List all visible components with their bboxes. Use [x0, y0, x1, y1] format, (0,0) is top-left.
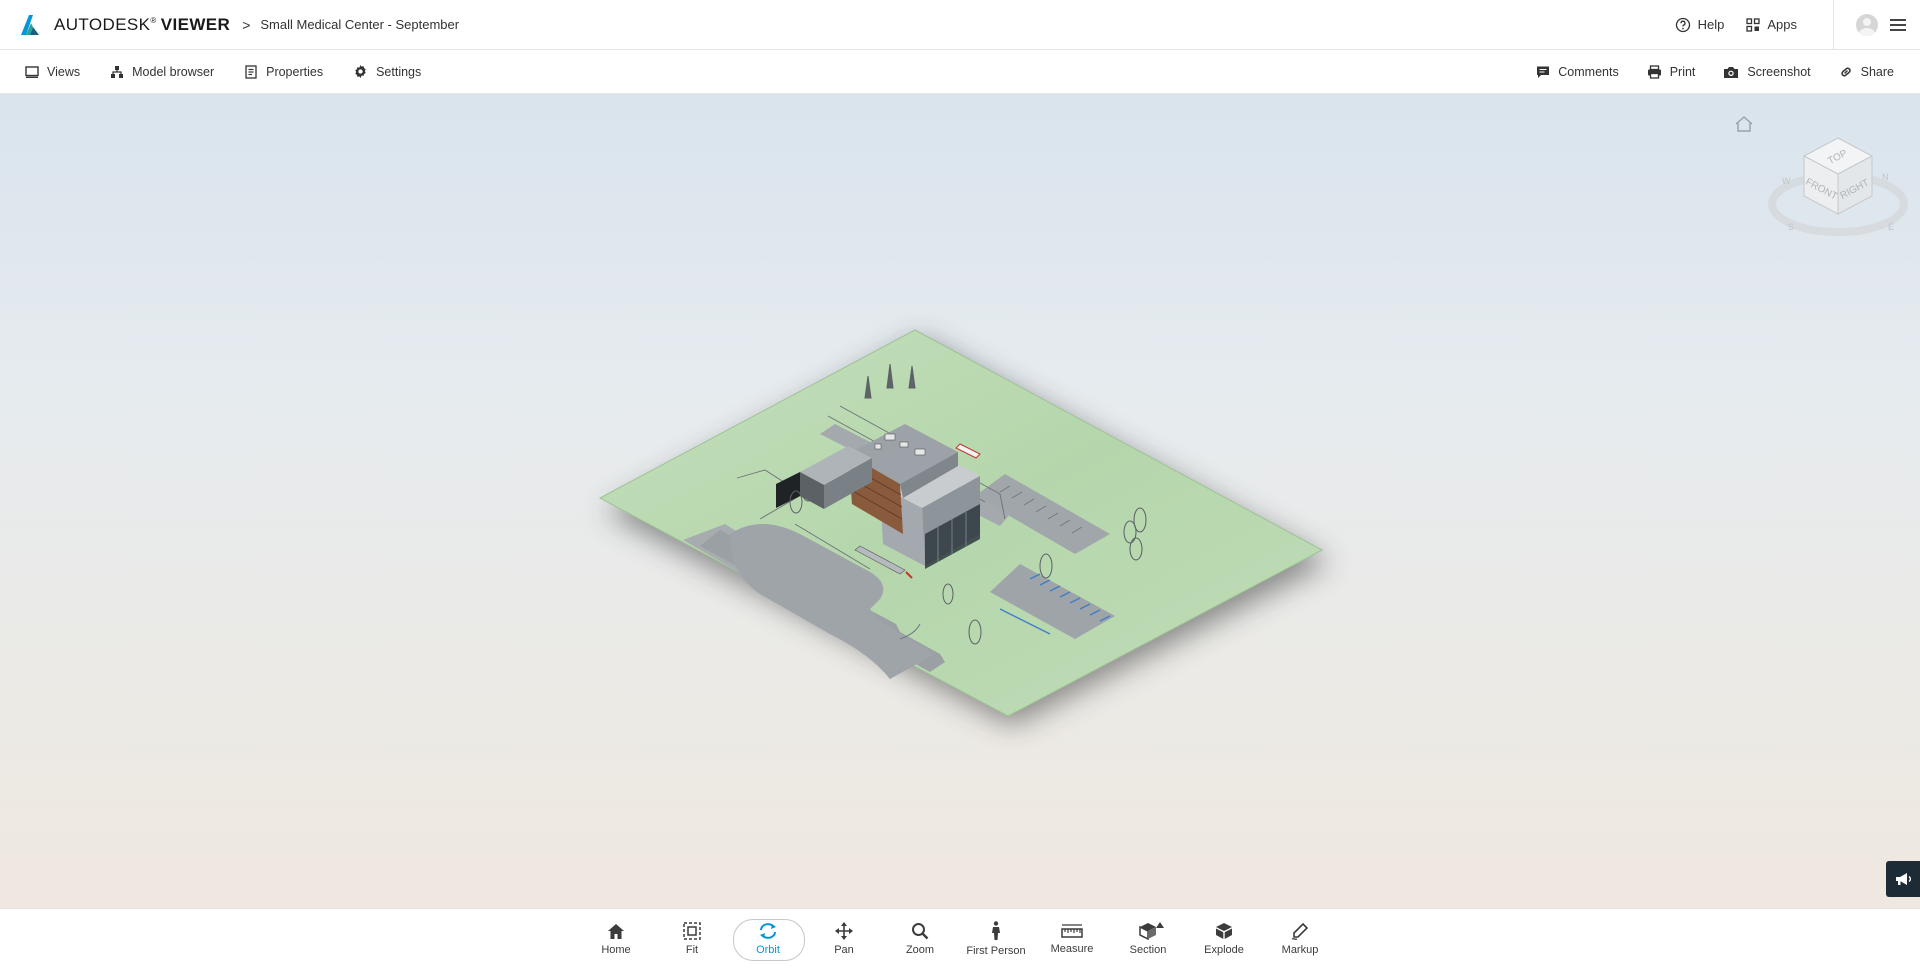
- first-person-icon: [992, 921, 1000, 940]
- pan-label: Pan: [834, 944, 854, 956]
- markup-button[interactable]: Markup: [1262, 909, 1338, 968]
- section-label: Section: [1129, 944, 1167, 956]
- first-person-button[interactable]: First Person: [958, 909, 1034, 968]
- app-header: AUTODESK® VIEWER > Small Medical Center -…: [0, 0, 1920, 50]
- properties-label: Properties: [266, 64, 324, 79]
- zoom-label: Zoom: [905, 944, 935, 956]
- home-button[interactable]: Home: [578, 909, 654, 968]
- properties-button[interactable]: Properties: [229, 50, 338, 93]
- header-divider: [1833, 0, 1834, 50]
- model-browser-icon: [111, 65, 124, 78]
- screenshot-button[interactable]: Screenshot: [1709, 50, 1824, 93]
- printer-icon: [1647, 64, 1661, 79]
- document-title: Small Medical Center - September: [260, 17, 460, 32]
- viewcube-home-icon[interactable]: [1733, 114, 1755, 134]
- model-browser-label: Model browser: [132, 64, 215, 79]
- viewcube[interactable]: TOP FRONT RIGHT N W S E: [1768, 134, 1908, 254]
- section-button[interactable]: Section: [1110, 909, 1186, 968]
- apps-button[interactable]: Apps: [1742, 0, 1815, 49]
- explode-label: Explode: [1204, 944, 1244, 956]
- compass-s-label: S: [1788, 222, 1794, 232]
- measure-icon: [1061, 924, 1083, 938]
- camera-icon: [1724, 66, 1739, 78]
- views-icon: [25, 65, 39, 78]
- help-icon: [1675, 17, 1690, 32]
- markup-icon: [1291, 922, 1309, 940]
- breadcrumb-separator: >: [242, 16, 251, 33]
- orbit-label: Orbit: [756, 944, 780, 956]
- compass-n-label: N: [1882, 172, 1889, 182]
- measure-label: Measure: [1050, 943, 1094, 955]
- section-icon: [1139, 923, 1156, 940]
- comments-label: Comments: [1558, 64, 1619, 79]
- comments-button[interactable]: Comments: [1522, 50, 1632, 93]
- share-button[interactable]: Share: [1825, 50, 1908, 93]
- home-icon: [608, 923, 624, 939]
- fit-icon: [683, 922, 701, 940]
- settings-button[interactable]: Settings: [338, 50, 436, 93]
- fit-button[interactable]: Fit: [654, 909, 730, 968]
- explode-button[interactable]: Explode: [1186, 909, 1262, 968]
- fit-label: Fit: [685, 944, 699, 956]
- orbit-icon: [760, 923, 776, 939]
- section-flyout-caret-icon[interactable]: [1156, 922, 1164, 928]
- compass-w-label: W: [1782, 176, 1791, 186]
- zoom-icon: [912, 923, 929, 940]
- zoom-button[interactable]: Zoom: [882, 909, 958, 968]
- apps-grid-icon: [1746, 17, 1761, 32]
- measure-button[interactable]: Measure: [1034, 909, 1110, 968]
- orbit-button[interactable]: Orbit: [730, 909, 806, 968]
- brand-name: AUTODESK® VIEWER: [54, 14, 231, 34]
- gear-icon: [355, 64, 366, 79]
- megaphone-icon: [1896, 873, 1911, 885]
- model-browser-button[interactable]: Model browser: [95, 50, 229, 93]
- help-button[interactable]: Help: [1657, 0, 1743, 49]
- home-label: Home: [601, 943, 631, 956]
- share-label: Share: [1860, 64, 1894, 79]
- views-label: Views: [47, 64, 81, 79]
- explode-icon: [1216, 923, 1232, 939]
- print-button[interactable]: Print: [1633, 50, 1710, 93]
- autodesk-logo-icon: [21, 14, 39, 35]
- print-label: Print: [1669, 64, 1696, 79]
- link-icon: [1841, 67, 1851, 76]
- apps-label: Apps: [1767, 17, 1797, 32]
- views-button[interactable]: Views: [0, 50, 95, 93]
- markup-label: Markup: [1281, 944, 1319, 956]
- building-site-model[interactable]: [0, 94, 1920, 908]
- navigation-toolbar: Home Fit Orbit Pan Zoom First Person Mea…: [0, 908, 1920, 968]
- screenshot-label: Screenshot: [1747, 64, 1811, 79]
- properties-icon: [245, 64, 257, 79]
- brand[interactable]: AUTODESK® VIEWER > Small Medical Center -…: [0, 0, 459, 49]
- user-avatar[interactable]: [1856, 13, 1878, 36]
- viewer-toolbar: Views Model browser Properties Settings …: [0, 50, 1920, 94]
- pan-button[interactable]: Pan: [806, 909, 882, 968]
- hamburger-menu-icon[interactable]: [1890, 16, 1906, 34]
- model-viewport[interactable]: TOP FRONT RIGHT N W S E: [0, 94, 1920, 908]
- settings-label: Settings: [376, 64, 422, 79]
- compass-e-label: E: [1888, 222, 1894, 232]
- feedback-tab[interactable]: [1886, 861, 1920, 897]
- first-person-label: First Person: [966, 945, 1026, 957]
- help-label: Help: [1697, 17, 1725, 32]
- pan-icon: [835, 922, 853, 940]
- comment-icon: [1537, 66, 1550, 78]
